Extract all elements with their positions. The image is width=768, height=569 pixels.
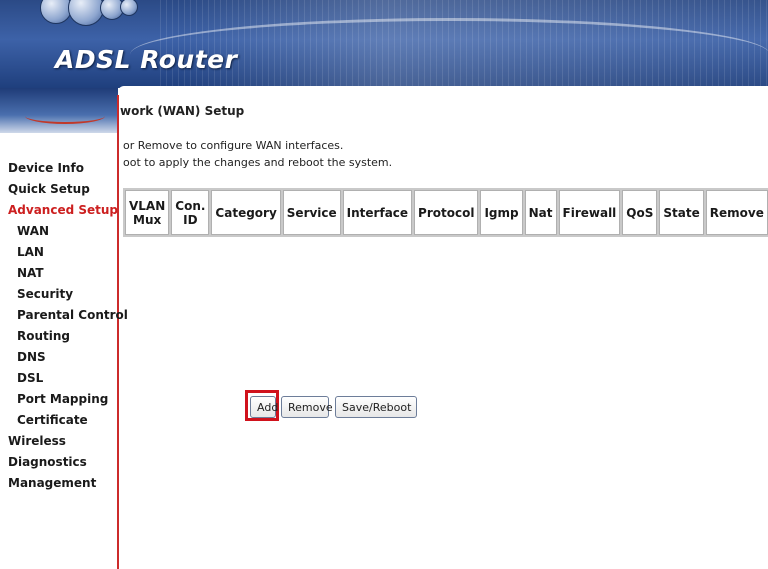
column-header-text: Mux: [133, 212, 162, 227]
sidebar-item-wan[interactable]: WAN: [0, 221, 117, 242]
column-header-text: Interface: [346, 205, 409, 220]
column-header-category: Category: [211, 190, 281, 235]
column-header-vlan-mux: VLAN Mux: [125, 190, 170, 235]
sidebar-item-nat[interactable]: NAT: [0, 263, 117, 284]
app-title: ADSL Router: [55, 45, 238, 74]
table-header-row: VLAN Mux Con. ID Category Service Interface Pro…: [125, 190, 768, 235]
sidebar-item-quick-setup[interactable]: Quick Setup: [0, 179, 117, 200]
column-header-text: Firewall: [562, 205, 617, 220]
column-header-con-id: Con. ID: [171, 190, 210, 235]
page-description-line1: or Remove to configure WAN interfaces.: [123, 139, 344, 152]
column-header-nat: Nat: [524, 190, 557, 235]
header-banner: ADSL Router: [0, 0, 768, 88]
add-button[interactable]: Add: [250, 396, 278, 418]
sidebar-item-certificate[interactable]: Certificate: [0, 410, 117, 431]
page-description-line2: oot to apply the changes and reboot the …: [123, 156, 393, 169]
sidebar-decoration: [0, 88, 118, 133]
sidebar-divider: [117, 95, 119, 569]
sidebar-item-management[interactable]: Management: [0, 473, 117, 494]
column-header-protocol: Protocol: [414, 190, 479, 235]
column-header-text: Nat: [528, 205, 553, 220]
sidebar-item-device-info[interactable]: Device Info: [0, 158, 117, 179]
swoosh-graphic: [25, 108, 105, 124]
sidebar-item-wireless[interactable]: Wireless: [0, 431, 117, 452]
column-header-firewall: Firewall: [558, 190, 621, 235]
sidebar-item-advanced-setup[interactable]: Advanced Setup: [0, 200, 118, 221]
content-panel-edge: [118, 86, 768, 92]
page-title: work (WAN) Setup: [120, 104, 245, 118]
sidebar-item-dsl[interactable]: DSL: [0, 368, 117, 389]
sidebar-item-dns[interactable]: DNS: [0, 347, 117, 368]
sidebar-item-security[interactable]: Security: [0, 284, 117, 305]
column-header-text: State: [663, 205, 700, 220]
column-header-service: Service: [282, 190, 341, 235]
save-reboot-button[interactable]: Save/Reboot: [335, 396, 417, 418]
sidebar-item-lan[interactable]: LAN: [0, 242, 117, 263]
remove-button[interactable]: Remove: [281, 396, 333, 418]
column-header-text: Remove: [709, 205, 764, 220]
column-header-qos: QoS: [622, 190, 658, 235]
column-header-interface: Interface: [342, 190, 413, 235]
column-header-igmp: Igmp: [480, 190, 523, 235]
column-header-remove: Remove: [705, 190, 768, 235]
column-header-text: Category: [215, 205, 277, 220]
column-header-text: VLAN: [129, 198, 166, 213]
column-header-state: State: [659, 190, 704, 235]
column-header-text: QoS: [626, 205, 654, 220]
sidebar-item-diagnostics[interactable]: Diagnostics: [0, 452, 117, 473]
sidebar-nav: Device Info Quick Setup Advanced Setup WAN L…: [0, 158, 128, 494]
column-header-text: Igmp: [484, 205, 519, 220]
column-header-text: Service: [286, 205, 337, 220]
column-header-text: Protocol: [418, 205, 475, 220]
sidebar-item-routing[interactable]: Routing: [0, 326, 117, 347]
sidebar-item-port-mapping[interactable]: Port Mapping: [0, 389, 117, 410]
column-header-text: ID: [183, 212, 198, 227]
wan-interfaces-table: VLAN Mux Con. ID Category Service Interface Pro…: [123, 188, 768, 237]
banner-circles: [40, 0, 150, 40]
column-header-text: Con.: [175, 198, 206, 213]
sidebar-item-parental-control[interactable]: Parental Control: [0, 305, 128, 326]
